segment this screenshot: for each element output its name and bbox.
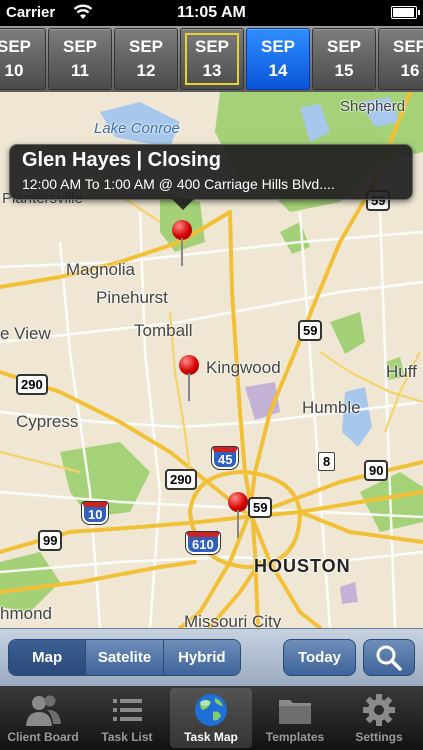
status-time: 11:05 AM [177, 4, 246, 21]
road-shield-i45: 45 [212, 447, 239, 469]
task-pin-glen-hayes[interactable] [172, 220, 194, 270]
map-label-tomball: Tomball [134, 321, 193, 340]
pin-needle [188, 373, 190, 401]
folder-icon [279, 700, 311, 724]
date-day: 11 [71, 61, 89, 80]
tab-templates[interactable]: Templates [254, 688, 336, 748]
tab-bar: Client Board Task List Task Map Template… [0, 686, 423, 750]
date-cell-sep-15[interactable]: SEP 15 [312, 28, 376, 90]
tab-settings[interactable]: Settings [338, 688, 420, 748]
road-shield-290-east: 290 [165, 469, 197, 490]
map-control-bar: Map Satelite Hybrid Today [0, 628, 423, 686]
tab-label: Client Board [7, 730, 79, 744]
map-label-shepherd: Shepherd [340, 98, 406, 115]
task-pin-houston[interactable] [228, 492, 250, 542]
task-pin-kingwood[interactable] [179, 355, 201, 405]
pin-head [172, 220, 192, 240]
map-label-hmond: hmond [0, 604, 52, 623]
road-shield-90: 90 [364, 460, 389, 481]
tab-label: Templates [265, 730, 325, 744]
date-strip[interactable]: SEP 10 SEP 11 SEP 12 SEP 13 SEP 14 SEP 1… [0, 26, 423, 92]
task-list-icon [113, 699, 142, 721]
search-button[interactable] [363, 639, 415, 676]
pin-needle [181, 238, 183, 266]
map-type-map-button[interactable]: Map [9, 640, 87, 675]
date-day: 16 [400, 61, 420, 80]
task-callout[interactable]: Glen Hayes | Closing 12:00 AM To 1:00 AM… [9, 144, 413, 210]
date-day: 10 [4, 61, 24, 80]
date-day: 12 [136, 61, 156, 80]
date-cell-sep-13[interactable]: SEP 13 [180, 28, 244, 90]
date-month: SEP [194, 37, 230, 56]
map-label-e-view: e View [0, 324, 51, 343]
date-cell-sep-16[interactable]: SEP 16 [378, 28, 423, 90]
tab-task-map[interactable]: Task Map [170, 688, 252, 748]
road-shield-290-west: 290 [16, 374, 48, 395]
road-shield-i610: 610 [186, 532, 220, 554]
date-month: SEP [128, 37, 164, 56]
status-bar: Carrier 11:05 AM [0, 0, 423, 26]
callout-subtitle: 12:00 AM To 1:00 AM @ 400 Carriage Hills… [22, 176, 335, 192]
map-label-humble: Humble [302, 398, 361, 417]
tab-client-board[interactable]: Client Board [2, 688, 84, 748]
road-shield-59-south: 59 [248, 497, 273, 518]
map-type-satellite-button[interactable]: Satelite [86, 640, 164, 675]
pin-needle [237, 510, 239, 538]
date-cell-sep-14[interactable]: SEP 14 [246, 28, 310, 90]
map-label-pinehurst: Pinehurst [96, 288, 168, 307]
road-shield-i10: 10 [82, 502, 109, 524]
today-button[interactable]: Today [283, 639, 356, 676]
map-label-magnolia: Magnolia [66, 260, 135, 279]
date-cell-sep-12[interactable]: SEP 12 [114, 28, 178, 90]
map-label-cypress: Cypress [16, 412, 79, 431]
date-day: 13 [202, 61, 222, 80]
map-label-houston: HOUSTON [254, 556, 351, 576]
client-board-icon [26, 695, 61, 726]
date-month: SEP [392, 37, 423, 56]
date-cell-sep-10[interactable]: SEP 10 [0, 28, 46, 90]
gear-icon [363, 694, 395, 726]
map-type-hybrid-button[interactable]: Hybrid [163, 640, 240, 675]
date-month: SEP [260, 37, 296, 56]
search-icon [376, 645, 402, 671]
map-label-kingwood: Kingwood [206, 358, 281, 377]
road-shield-59-mid: 59 [298, 320, 323, 341]
pin-head [179, 355, 199, 375]
callout-title: Glen Hayes | Closing [22, 149, 221, 171]
date-day: 14 [268, 61, 288, 80]
road-shield-99: 99 [38, 530, 63, 551]
tab-label: Settings [355, 730, 403, 744]
tab-label: Task List [101, 730, 153, 744]
date-day: 15 [334, 61, 354, 80]
battery-icon [391, 6, 420, 19]
road-shield-8: 8 [318, 452, 336, 471]
date-month: SEP [62, 37, 98, 56]
map-label-huff: Huff [386, 362, 417, 381]
date-month: SEP [326, 37, 362, 56]
map-label-lake-conroe: Lake Conroe [94, 120, 180, 137]
globe-icon [195, 694, 227, 726]
tab-task-list[interactable]: Task List [86, 688, 168, 748]
map-type-segmented-control[interactable]: Map Satelite Hybrid [8, 639, 241, 676]
date-cell-sep-11[interactable]: SEP 11 [48, 28, 112, 90]
date-month: SEP [0, 37, 32, 56]
tab-label: Task Map [184, 730, 238, 744]
map-label-missouri-city: Missouri City [184, 612, 282, 628]
pin-head [228, 492, 248, 512]
callout-tail [172, 199, 194, 210]
